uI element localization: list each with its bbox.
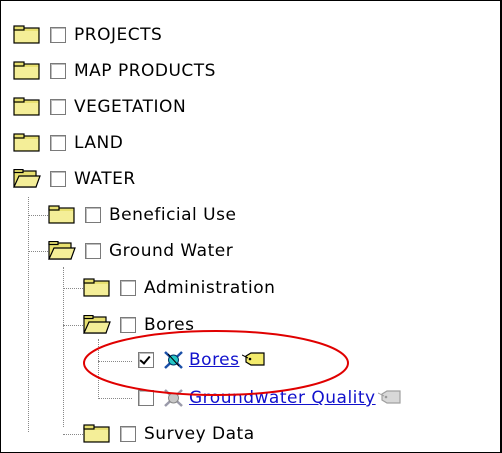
layer-checkbox[interactable] <box>50 99 66 115</box>
layer-checkbox[interactable] <box>50 171 66 187</box>
folder-closed-icon[interactable] <box>13 25 41 45</box>
layer-checkbox[interactable] <box>85 243 101 259</box>
tree-node-land[interactable]: LAND <box>13 129 123 157</box>
folder-label[interactable]: Administration <box>144 278 275 298</box>
folder-closed-icon[interactable] <box>13 61 41 81</box>
tree-node-vegetation[interactable]: VEGETATION <box>13 93 186 121</box>
tree-line <box>63 288 85 289</box>
folder-label[interactable]: PROJECTS <box>74 25 162 45</box>
tree-node-administration[interactable]: Administration <box>83 274 275 302</box>
folder-label[interactable]: Survey Data <box>144 424 255 444</box>
tree-node-survey-data[interactable]: Survey Data <box>83 420 255 448</box>
tree-line <box>63 434 85 435</box>
tree-node-beneficial-use[interactable]: Beneficial Use <box>48 201 236 229</box>
layer-checkbox[interactable] <box>50 63 66 79</box>
folder-label[interactable]: WATER <box>74 169 136 189</box>
folder-closed-icon[interactable] <box>13 133 41 153</box>
folder-closed-icon[interactable] <box>83 278 111 298</box>
layer-checkbox[interactable] <box>120 426 136 442</box>
tree-line <box>63 325 85 326</box>
folder-closed-icon[interactable] <box>83 424 111 444</box>
tree-node-ground-water[interactable]: Ground Water <box>48 237 233 265</box>
tree-line <box>28 251 50 252</box>
layer-checkbox[interactable] <box>120 280 136 296</box>
tree-line <box>98 398 132 399</box>
folder-label[interactable]: LAND <box>74 133 123 153</box>
tree-node-water[interactable]: WATER <box>13 165 136 193</box>
folder-label[interactable]: Beneficial Use <box>109 205 236 225</box>
folder-open-icon[interactable] <box>13 169 41 189</box>
tree-line <box>63 267 64 427</box>
folder-open-icon[interactable] <box>48 241 76 261</box>
folder-label[interactable]: Ground Water <box>109 241 233 261</box>
folder-label[interactable]: MAP PRODUCTS <box>74 61 216 81</box>
folder-closed-icon[interactable] <box>13 97 41 117</box>
layer-tree-panel: PROJECTS MAP PRODUCTS VEGETATION LAND WA… <box>0 0 501 453</box>
tree-node-map-products[interactable]: MAP PRODUCTS <box>13 57 216 85</box>
highlight-ellipse <box>83 330 349 396</box>
folder-closed-icon[interactable] <box>48 205 76 225</box>
layer-checkbox[interactable] <box>50 135 66 151</box>
tree-line <box>28 215 50 216</box>
layer-checkbox[interactable] <box>85 207 101 223</box>
tree-line <box>28 197 29 432</box>
label-tag-icon-disabled[interactable] <box>377 390 402 406</box>
layer-checkbox[interactable] <box>50 27 66 43</box>
tree-node-projects[interactable]: PROJECTS <box>13 21 162 49</box>
folder-label[interactable]: VEGETATION <box>74 97 186 117</box>
